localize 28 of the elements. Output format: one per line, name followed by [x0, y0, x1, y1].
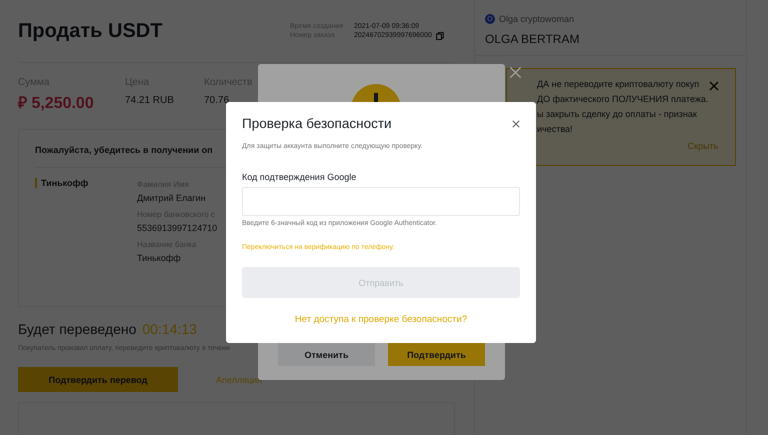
cancel-button[interactable]: Отменить [278, 343, 375, 366]
stat-value: 74.21 RUB [125, 94, 175, 106]
copy-icon[interactable] [436, 32, 444, 40]
page-title: Продать USDT [18, 20, 162, 42]
confirm-transfer-button[interactable]: Подтвердить перевод [18, 367, 178, 392]
seller-name: OLGA BERTRAM [485, 31, 580, 46]
dialog-title: Проверка безопасности [242, 116, 392, 131]
field-label: Код подтверждения Google [242, 171, 358, 182]
field-value: Дмитрий Елагин [137, 193, 207, 203]
payment-method[interactable]: Тинькофф [35, 178, 137, 188]
no-access-link[interactable]: Нет доступа к проверке безопасности? [294, 314, 468, 325]
countdown-timer: 00:14:13 [142, 321, 197, 337]
stat-value: 70.76 [204, 94, 230, 106]
notice-text: ДО фактического ПОЛУЧЕНИЯ платежа. [537, 94, 708, 104]
field-value: 5536913997124710 [137, 223, 218, 233]
confirm-button[interactable]: Подтвердить [388, 343, 485, 366]
transfer-title: Будет переведено [18, 321, 136, 337]
notice-text: ичества! [537, 124, 574, 134]
stat-value: ₽ 5,250.00 [18, 94, 95, 113]
notice-text: ДА не переводите криптовалюту покуп [537, 79, 700, 89]
close-icon[interactable] [709, 81, 719, 91]
seller-nickname[interactable]: Olga cryptowoman [499, 14, 574, 24]
field-value: Тинькофф [137, 253, 182, 263]
notice-text: ы закрыть сделку до оплаты - признак [537, 109, 698, 119]
close-icon[interactable] [512, 120, 520, 128]
hide-link[interactable]: Скрыть [688, 141, 718, 151]
appeal-link[interactable]: Апелляция [216, 374, 262, 384]
code-input-field[interactable] [242, 187, 520, 216]
